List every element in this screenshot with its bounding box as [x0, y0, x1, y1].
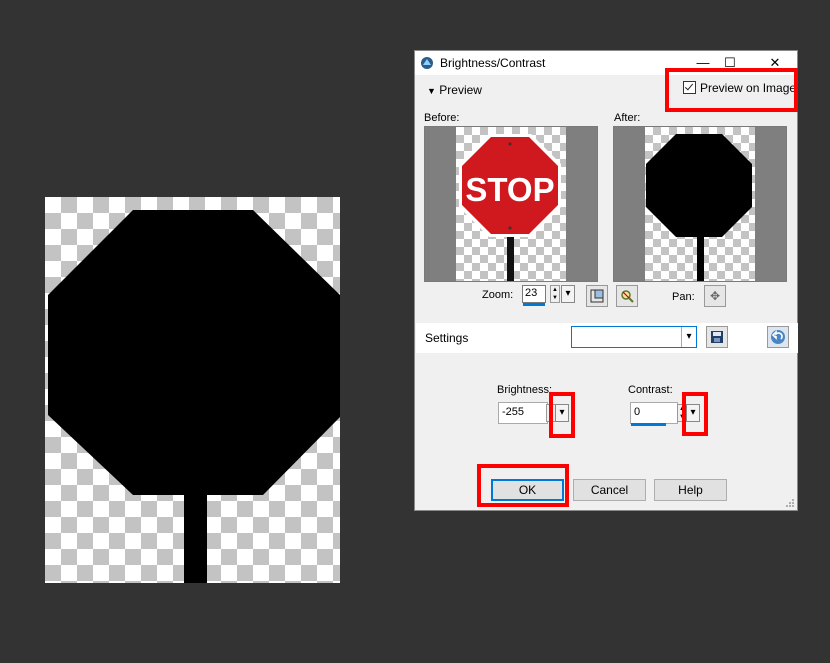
preview-toggle[interactable]: ▼ Preview — [427, 83, 482, 97]
chevron-down-icon: ▾ — [681, 327, 696, 347]
stop-sign-image: STOP — [459, 134, 561, 281]
chevron-down-icon: ▾ — [565, 288, 571, 299]
contrast-progress-bar — [631, 423, 666, 426]
undo-arrow-icon — [771, 330, 785, 344]
zoom-reset-button[interactable] — [616, 285, 638, 307]
cancel-button[interactable]: Cancel — [573, 479, 646, 501]
brightness-label: Brightness: — [497, 384, 553, 396]
contrast-label: Contrast: — [628, 384, 673, 396]
highlight-box-ok — [477, 464, 569, 507]
stop-sign-silhouette-preview — [646, 134, 752, 281]
stop-sign-silhouette — [48, 210, 340, 583]
save-preset-button[interactable] — [706, 326, 728, 348]
highlight-box-preview — [665, 68, 798, 112]
zoom-label: Zoom: — [482, 289, 514, 301]
before-label: Before: — [424, 112, 460, 124]
highlight-box-contrast — [682, 392, 708, 436]
collapse-triangle-icon: ▼ — [427, 86, 436, 96]
zoom-progress-bar — [523, 303, 545, 306]
zoom-fit-icon — [590, 289, 604, 303]
before-preview[interactable]: STOP — [424, 126, 598, 282]
zoom-spinner[interactable]: ▲ ▼ — [550, 285, 560, 303]
after-preview[interactable] — [613, 126, 787, 282]
pan-label: Pan: — [672, 291, 695, 303]
dialog-title: Brightness/Contrast — [440, 56, 546, 70]
pan-icon: ✥ — [709, 289, 721, 303]
app-icon — [421, 57, 433, 69]
zoom-fit-button[interactable] — [586, 285, 608, 307]
resize-grip-icon[interactable] — [785, 498, 795, 508]
zoom-dropdown[interactable]: ▾ — [561, 285, 575, 303]
contrast-input[interactable]: 0 — [630, 402, 678, 424]
stop-text: STOP — [465, 171, 554, 208]
floppy-disk-icon — [711, 331, 723, 343]
zoom-input[interactable]: 23 — [522, 285, 546, 303]
pan-button[interactable]: ✥ — [704, 285, 726, 307]
settings-label: Settings — [425, 331, 469, 345]
image-canvas[interactable] — [45, 197, 340, 583]
help-button[interactable]: Help — [654, 479, 727, 501]
reset-button[interactable] — [767, 326, 789, 348]
spin-up-icon: ▲ — [552, 287, 558, 293]
spin-down-icon: ▼ — [552, 295, 558, 301]
settings-dropdown[interactable]: ▾ — [571, 326, 697, 348]
brightness-contrast-dialog: Brightness/Contrast — ☐ ✕ ▼ Preview Prev… — [414, 50, 798, 511]
after-image — [645, 127, 755, 281]
before-image: STOP — [456, 127, 566, 281]
magnifier-icon — [621, 290, 634, 303]
brightness-input[interactable]: -255 — [498, 402, 548, 424]
after-label: After: — [614, 112, 641, 124]
preview-toggle-label: Preview — [439, 83, 482, 97]
highlight-box-brightness — [549, 392, 575, 438]
